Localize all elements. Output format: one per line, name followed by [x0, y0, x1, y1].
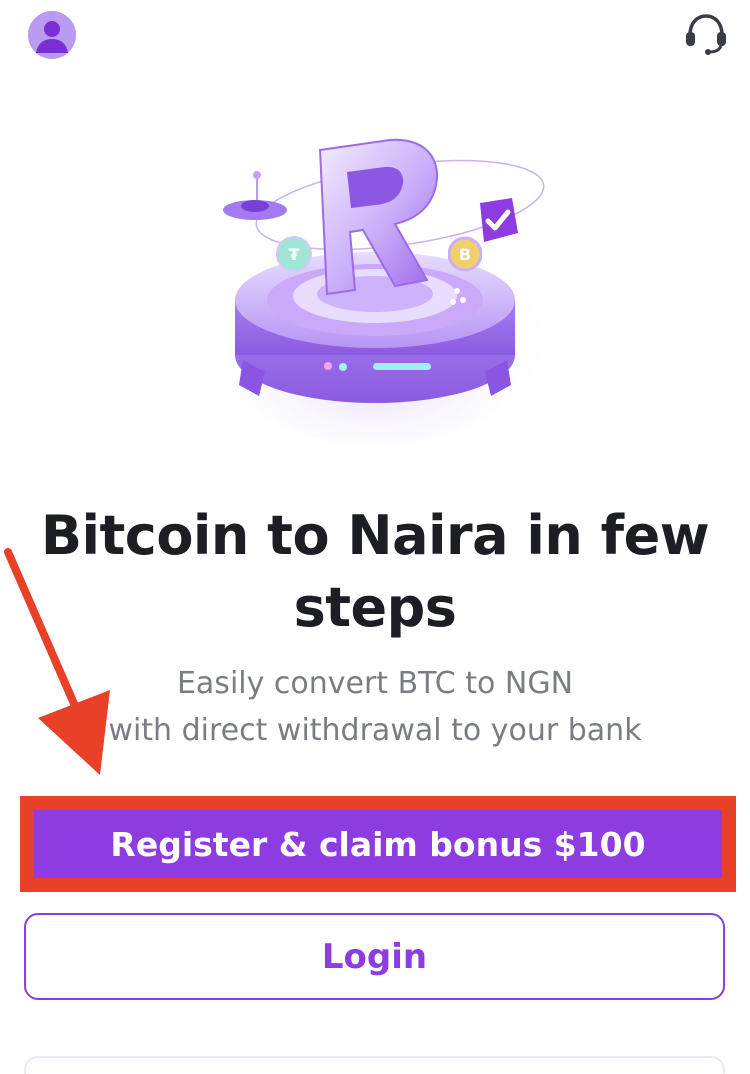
red-arrow-annotation-icon [4, 548, 110, 775]
crypto-platform-logo-illustration [195, 110, 555, 450]
page-subtitle: Easily convert BTC to NGN with direct wi… [40, 660, 710, 754]
checkmark-badge-icon [480, 198, 518, 242]
subtitle-line: Easily convert BTC to NGN [176, 666, 574, 701]
svg-text:B: B [459, 245, 471, 264]
page-title: Bitcoin to Naira in few steps [40, 504, 710, 639]
headset-support-icon[interactable] [683, 13, 729, 55]
login-button[interactable]: Login [24, 913, 725, 1000]
register-button[interactable]: Register & claim bonus $100 [34, 810, 722, 878]
subtitle-line: with direct withdrawal to your bank [108, 713, 642, 748]
onboarding-screen: ₮ B Bitcoin to Naira in few steps Easily… [0, 0, 750, 1074]
user-avatar-icon[interactable] [28, 11, 76, 59]
tether-coin-icon: ₮ [276, 236, 312, 272]
bottom-option-card[interactable] [24, 1056, 725, 1074]
svg-text:₮: ₮ [288, 245, 299, 264]
